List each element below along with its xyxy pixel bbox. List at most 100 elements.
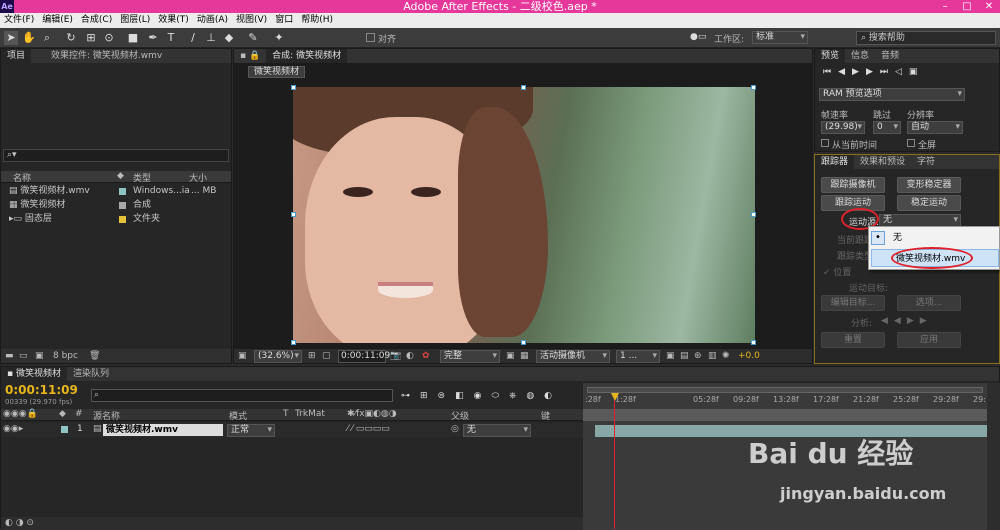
- analyze-controls[interactable]: ◀◀▶▶: [881, 316, 933, 326]
- timeline-scrollbar[interactable]: [987, 383, 1000, 530]
- hand-tool-icon[interactable]: ✋: [22, 31, 36, 45]
- resolution-select[interactable]: 自动: [907, 121, 963, 134]
- transform-handle[interactable]: [751, 212, 756, 217]
- layer-row[interactable]: ◉◉▸ 1 ▤ 微笑视频材.wmv 正常 ⁄ ⁄ ▭▭▭▭ ◎ 无: [1, 423, 583, 437]
- frame-rate-select[interactable]: (29.98): [821, 121, 865, 134]
- transform-handle[interactable]: [291, 212, 296, 217]
- list-item[interactable]: ▦ 微笑视频材 合成: [9, 199, 229, 212]
- always-preview-icon[interactable]: ▣: [238, 351, 247, 361]
- transparency-grid-icon[interactable]: ▦: [520, 351, 529, 361]
- clone-tool-icon[interactable]: ⊥: [204, 31, 218, 45]
- tab-info[interactable]: 信息: [845, 49, 875, 63]
- list-item[interactable]: ▤ 微笑视频材.wmv Windows...ia ... MB: [9, 185, 229, 198]
- magnification-select[interactable]: (32.6%): [254, 350, 302, 363]
- col-name[interactable]: 名称: [13, 171, 31, 184]
- eraser-tool-icon[interactable]: ◆: [222, 31, 236, 45]
- reset-button[interactable]: 重置: [821, 332, 885, 348]
- roto-brush-icon[interactable]: ✎: [246, 31, 260, 45]
- trash-icon[interactable]: 🗑: [89, 349, 100, 363]
- toggle-switches-icon[interactable]: ◐ ◑ ⊙: [5, 518, 34, 528]
- label-col-icon[interactable]: ◆: [117, 171, 124, 181]
- time-navigator[interactable]: [587, 387, 983, 393]
- parent-select[interactable]: 无: [463, 424, 531, 437]
- zoom-tool-icon[interactable]: ⌕: [40, 31, 54, 45]
- transform-handle[interactable]: [751, 340, 756, 345]
- tab-tracker[interactable]: 跟踪器: [815, 155, 855, 169]
- menu-file[interactable]: 文件(F): [0, 13, 38, 28]
- visibility-icon[interactable]: ◉◉▸: [3, 424, 23, 434]
- timeline-icon[interactable]: ▥: [708, 351, 717, 361]
- bpc-label[interactable]: 8 bpc: [53, 349, 78, 363]
- selection-tool-icon[interactable]: ➤: [4, 31, 18, 45]
- ram-preview-options[interactable]: RAM 预览选项: [819, 88, 965, 101]
- menu-layer[interactable]: 图层(L): [116, 13, 154, 28]
- rotate-tool-icon[interactable]: ↻: [64, 31, 78, 45]
- tab-project[interactable]: 项目: [1, 49, 32, 63]
- layer-switches[interactable]: ⁄ ⁄ ▭▭▭▭: [347, 424, 390, 434]
- pan-behind-tool-icon[interactable]: ⊙: [102, 31, 116, 45]
- blend-mode-select[interactable]: 正常: [227, 424, 275, 437]
- col-parent[interactable]: 父级: [451, 409, 469, 422]
- skip-select[interactable]: 0: [873, 121, 901, 134]
- tab-composition[interactable]: 合成: 微笑视频材: [266, 49, 348, 63]
- type-tool-icon[interactable]: T: [164, 31, 178, 45]
- comp-breadcrumb[interactable]: 微笑视频材: [248, 66, 306, 78]
- layer-label-swatch[interactable]: [61, 426, 68, 433]
- show-snapshot-icon[interactable]: ◐: [406, 351, 414, 361]
- tab-audio[interactable]: 音频: [875, 49, 905, 63]
- apply-button[interactable]: 应用: [897, 332, 961, 348]
- minimize-button[interactable]: –: [934, 0, 956, 13]
- workspace-select[interactable]: 标准: [752, 31, 808, 44]
- lock-icon[interactable]: ▪ 🔒: [234, 49, 266, 63]
- layer-duration-bar[interactable]: [595, 425, 987, 437]
- project-search-input[interactable]: ⌕▾: [3, 149, 229, 162]
- timeline-switches-icons[interactable]: ⊶⊞⊜◧◉⬭⎈◍◐: [401, 391, 562, 401]
- menu-view[interactable]: 视图(V): [232, 13, 271, 28]
- align-checkbox[interactable]: [366, 33, 375, 42]
- menu-effect[interactable]: 效果(T): [154, 13, 193, 28]
- camera-tool-icon[interactable]: ⊞: [84, 31, 98, 45]
- menu-edit[interactable]: 编辑(E): [38, 13, 77, 28]
- warp-stabilizer-button[interactable]: 变形稳定器: [897, 177, 961, 193]
- col-layer-num[interactable]: #: [75, 409, 83, 419]
- tab-preview[interactable]: 预览: [815, 49, 846, 63]
- snapshot-icon[interactable]: 📷: [390, 351, 401, 361]
- help-search-input[interactable]: ⌕ 搜索帮助: [856, 31, 996, 45]
- tab-character[interactable]: 字符: [911, 155, 941, 169]
- tab-timeline-comp[interactable]: ▪ 微笑视频材: [1, 367, 67, 381]
- exposure-value[interactable]: +0.0: [738, 351, 760, 361]
- transform-handle[interactable]: [751, 85, 756, 90]
- transform-handle[interactable]: [521, 85, 526, 90]
- playback-controls[interactable]: ⏮◀▶▶⏭◁▣: [823, 67, 999, 79]
- col-mode[interactable]: 模式: [229, 409, 247, 422]
- list-item[interactable]: ▸▭ 固态层 文件夹: [9, 213, 229, 226]
- menu-composition[interactable]: 合成(C): [77, 13, 116, 28]
- grid-icon[interactable]: ⊞: [308, 351, 316, 361]
- views-select[interactable]: 1 ...: [616, 350, 660, 363]
- tab-effects-presets[interactable]: 效果和预设: [854, 155, 911, 169]
- parent-pick-whip-icon[interactable]: ◎: [451, 424, 459, 434]
- new-comp-icon[interactable]: ▣: [35, 349, 44, 363]
- camera-select[interactable]: 活动摄像机: [536, 350, 610, 363]
- playhead-line[interactable]: [614, 401, 615, 529]
- col-trkmat[interactable]: TrkMat: [295, 409, 325, 419]
- resolution-select[interactable]: 完整: [440, 350, 500, 363]
- time-ruler[interactable]: :28f 1:28f 05:28f 09:28f 13:28f 17:28f 2…: [583, 395, 987, 407]
- from-current-checkbox[interactable]: [821, 139, 829, 147]
- interpret-footage-icon[interactable]: ▬: [5, 349, 14, 363]
- edit-target-button[interactable]: 编辑目标...: [821, 295, 885, 311]
- col-size[interactable]: 大小: [189, 171, 207, 184]
- menu-animation[interactable]: 动画(A): [193, 13, 232, 28]
- menu-window[interactable]: 窗口: [271, 13, 297, 28]
- maximize-button[interactable]: □: [956, 0, 978, 13]
- stabilize-motion-button[interactable]: 稳定运动: [897, 195, 961, 211]
- options-button[interactable]: 选项...: [897, 295, 961, 311]
- fullscreen-checkbox[interactable]: [907, 139, 915, 147]
- track-camera-button[interactable]: 跟踪摄像机: [821, 177, 885, 193]
- current-time[interactable]: 0:00:11:09: [338, 350, 390, 363]
- channel-icon[interactable]: ✿: [422, 351, 430, 361]
- puppet-pin-icon[interactable]: ✦: [272, 31, 286, 45]
- transform-handle[interactable]: [291, 85, 296, 90]
- layer-name[interactable]: 微笑视频材.wmv: [103, 424, 223, 436]
- flowchart-icon[interactable]: ⊛: [694, 351, 702, 361]
